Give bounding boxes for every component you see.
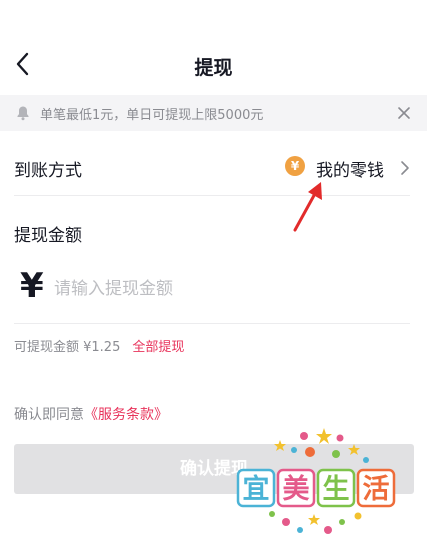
withdraw-page: 提现 单笔最低1元，单日可提现上限5000元 到账方式 ¥ 我的零钱 提现金额 … xyxy=(0,0,427,552)
payout-method-row[interactable]: 到账方式 ¥ 我的零钱 xyxy=(14,140,410,196)
withdraw-all-link[interactable]: 全部提现 xyxy=(132,340,184,355)
annotation-arrow-icon xyxy=(293,182,322,232)
watermark-char: 宜 xyxy=(243,473,270,505)
chevron-right-icon xyxy=(401,161,409,175)
header: 提现 xyxy=(0,36,427,94)
amount-title: 提现金额 xyxy=(14,226,82,246)
payout-method-label: 到账方式 xyxy=(14,161,82,181)
notice-text: 单笔最低1元，单日可提现上限5000元 xyxy=(40,108,264,123)
agreement-row: 确认即同意《服务条款》 xyxy=(14,404,168,424)
yen-coin-icon: ¥ xyxy=(285,156,305,176)
watermark-char: 生 xyxy=(323,474,350,505)
amount-input-row: ¥ xyxy=(14,256,410,324)
amount-input[interactable] xyxy=(54,274,394,304)
close-icon[interactable] xyxy=(396,105,412,121)
watermark-char: 活 xyxy=(363,474,390,505)
notice-bar: 单笔最低1元，单日可提现上限5000元 xyxy=(0,95,427,131)
watermark-char: 美 xyxy=(283,473,310,505)
currency-symbol: ¥ xyxy=(20,266,44,306)
bell-icon xyxy=(17,106,29,121)
terms-link[interactable]: 《服务条款》 xyxy=(84,407,168,423)
page-title: 提现 xyxy=(194,57,233,79)
agreement-text: 确认即同意 xyxy=(14,407,84,423)
payout-method-value: 我的零钱 xyxy=(316,161,384,181)
available-balance-text: 可提现金额 ¥1.25 xyxy=(14,340,121,355)
watermark-logo: 宜 美 生 活 xyxy=(236,428,396,534)
available-balance-row: 可提现金额 ¥1.25 全部提现 xyxy=(14,336,184,355)
